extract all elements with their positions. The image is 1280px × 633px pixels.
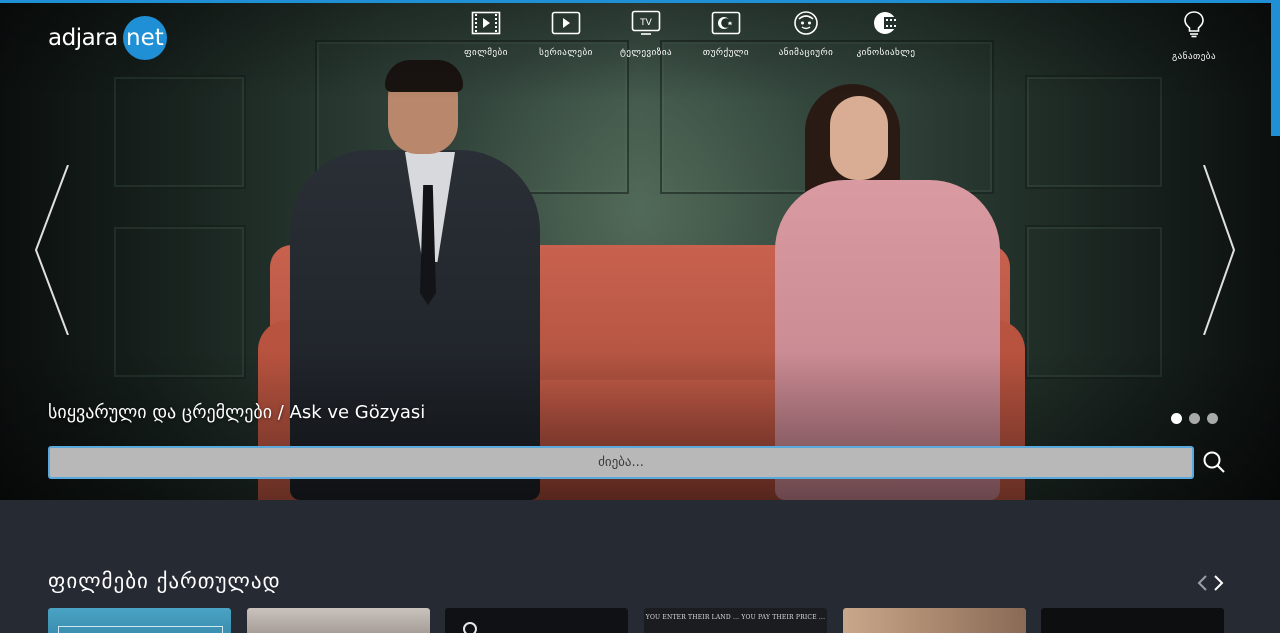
thumbnail-art [58, 626, 223, 633]
movie-thumbnail[interactable] [843, 608, 1026, 633]
slider-prev-arrow[interactable] [30, 164, 70, 336]
slider-dots [1171, 413, 1218, 424]
section-title[interactable]: ფილმები ქართულად [48, 569, 281, 593]
nav-label: ფილმები [464, 48, 508, 58]
film-icon [471, 10, 501, 36]
movie-thumbnail[interactable] [48, 608, 231, 633]
svg-text:TV: TV [639, 18, 652, 28]
movie-thumbnail[interactable] [247, 608, 430, 633]
cartoon-face-icon [791, 10, 821, 36]
top-accent-line [0, 0, 1280, 3]
slider-dot[interactable] [1207, 413, 1218, 424]
turkish-flag-icon [711, 10, 741, 36]
hero-banner[interactable] [0, 0, 1280, 500]
nav-label: კინოსიახლე [856, 48, 916, 58]
nav-label: ტელევიზია [619, 48, 673, 58]
search-icon [1203, 451, 1225, 473]
nav-item-turkish[interactable]: თურქული [686, 10, 766, 62]
nav-item-new-movies[interactable]: კინოსიახლე [846, 10, 926, 62]
nav-label: თურქული [702, 48, 750, 58]
slider-dot[interactable] [1171, 413, 1182, 424]
movie-thumbnail[interactable] [1041, 608, 1224, 633]
brand-logo[interactable]: adjara net [48, 14, 173, 62]
search-input[interactable] [48, 446, 1194, 479]
hero-shade [0, 0, 1280, 500]
nav-item-lighting[interactable]: განათება [1160, 10, 1228, 62]
logo-net-text: net [126, 25, 164, 51]
chevron-left-icon [1197, 575, 1207, 591]
nav-item-movies[interactable]: ფილმები [446, 10, 526, 62]
thumbnail-tagline: YOU ENTER THEIR LAND ... YOU PAY THEIR P… [645, 614, 826, 621]
lightbulb-icon [1183, 10, 1205, 42]
tv-icon: TV [631, 10, 661, 36]
nav-label: სერიალები [539, 48, 593, 58]
logo-text: adjara [48, 25, 118, 51]
chevron-left-icon [34, 164, 69, 336]
movie-thumbnail[interactable] [445, 608, 628, 633]
movie-thumbnail[interactable]: YOU ENTER THEIR LAND ... YOU PAY THEIR P… [644, 608, 827, 633]
page-scrollbar[interactable] [1271, 3, 1280, 136]
chevron-right-icon [1203, 164, 1236, 336]
thumbnail-art [463, 622, 477, 633]
nav-label: ანიმაციური [778, 48, 834, 58]
film-reel-icon [871, 10, 901, 36]
nav-item-series[interactable]: სერიალები [526, 10, 606, 62]
main-nav: ფილმები სერიალები TV ტელევიზია თურქული ა… [446, 10, 926, 62]
play-icon [551, 10, 581, 36]
nav-label: განათება [1171, 52, 1217, 62]
slider-next-arrow[interactable] [1200, 164, 1240, 336]
nav-item-animation[interactable]: ანიმაციური [766, 10, 846, 62]
slider-dot[interactable] [1189, 413, 1200, 424]
chevron-right-icon [1214, 575, 1224, 591]
nav-item-tv[interactable]: TV ტელევიზია [606, 10, 686, 62]
section-next-button[interactable] [1212, 575, 1226, 591]
hero-title[interactable]: სიყვარული და ცრემლები / Ask ve Gözyasi [48, 402, 425, 423]
search-button[interactable] [1201, 449, 1227, 475]
section-prev-button[interactable] [1195, 575, 1209, 591]
